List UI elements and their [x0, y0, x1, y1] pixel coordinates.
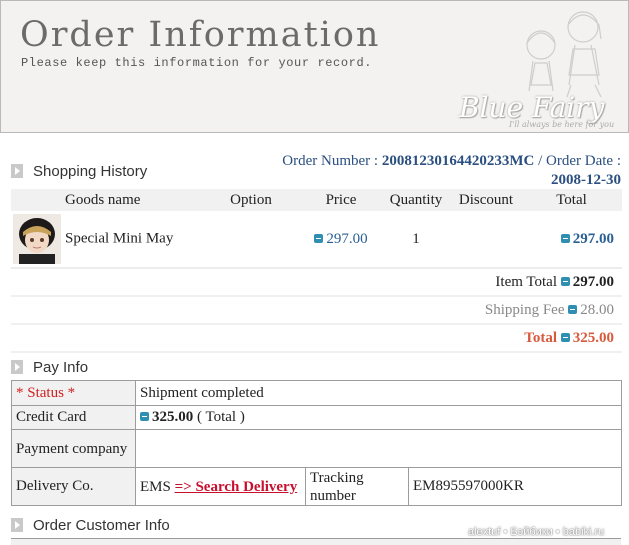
product-thumbnail[interactable] — [13, 214, 61, 264]
item-total-row: Item Total 297.00 — [11, 268, 622, 297]
brand-tagline: I'll always be here for you — [509, 120, 615, 129]
section-arrow-icon — [11, 360, 23, 374]
section-shopping-history: Shopping History — [11, 162, 147, 180]
goods-total: 297.00 — [572, 230, 614, 247]
currency-icon — [568, 304, 578, 314]
delivery-company: EMS — [140, 478, 171, 495]
status-label: * Status * — [11, 380, 136, 406]
pay-info-table: * Status * Shipment completed Credit Car… — [11, 380, 623, 506]
section-pay-info: Pay Info — [11, 358, 88, 376]
order-date-label: / Order Date : — [538, 153, 621, 169]
payment-company-value — [134, 429, 623, 468]
delivery-row: Delivery Co. EMS => Search Delivery Trac… — [11, 467, 623, 506]
credit-card-label: Credit Card — [11, 405, 136, 430]
column-header: Option — [201, 189, 301, 211]
section-heading: Pay Info — [33, 358, 89, 376]
currency-icon — [314, 233, 324, 243]
column-header: Quantity — [381, 189, 451, 211]
goods-name-cell: Special Mini May — [11, 211, 201, 269]
credit-card-note: ( Total ) — [197, 409, 245, 425]
goods-option — [201, 211, 301, 269]
currency-icon — [560, 276, 570, 286]
tracking-label: Tracking number — [305, 467, 409, 506]
column-header: Discount — [451, 189, 521, 211]
currency-icon — [560, 332, 570, 342]
column-header: Total — [521, 189, 622, 211]
goods-total-cell: 297.00 — [521, 211, 622, 269]
credit-card-amount: 325.00 — [152, 409, 194, 425]
payment-company-label: Payment company — [11, 429, 136, 468]
status-value: Shipment completed — [134, 380, 623, 406]
page-banner: Order Information Please keep this infor… — [0, 0, 629, 133]
section-heading: Shopping History — [33, 162, 148, 180]
currency-icon — [140, 412, 149, 421]
order-number-label: Order Number : — [282, 153, 379, 169]
section-arrow-icon — [11, 164, 23, 178]
goods-discount — [451, 211, 521, 269]
section-order-customer-info: Order Customer Info — [11, 516, 170, 534]
section-heading: Order Customer Info — [33, 516, 170, 534]
goods-price-cell: 297.00 — [301, 211, 381, 269]
order-date: 2008-12-30 — [551, 172, 621, 188]
column-header: Goods name — [11, 189, 201, 211]
delivery-label: Delivery Co. — [11, 467, 136, 506]
shipping-fee-label: Shipping Fee — [484, 301, 565, 318]
page-subtitle: Please keep this information for your re… — [21, 56, 373, 70]
item-total-value: 297.00 — [572, 273, 614, 290]
page-title: Order Information — [20, 15, 381, 55]
payment-company-row: Payment company — [11, 429, 623, 468]
shipping-fee-value: 28.00 — [580, 301, 614, 318]
section-arrow-icon — [11, 518, 23, 532]
item-total-label: Item Total — [495, 273, 557, 290]
status-row: * Status * Shipment completed — [11, 380, 623, 406]
goods-price: 297.00 — [326, 230, 368, 247]
grand-total-row: Total 325.00 — [11, 324, 622, 353]
tracking-number: EM895597000KR — [407, 467, 623, 506]
grand-total-label: Total — [524, 329, 557, 346]
doll-illustration-icon — [526, 11, 602, 98]
goods-name: Special Mini May — [65, 230, 174, 247]
table-row: Special Mini May 297.00 1 297.00 — [11, 211, 622, 269]
order-meta: Order Number : 20081230164420233MC / Ord… — [282, 152, 621, 190]
shipping-fee-row: Shipping Fee 28.00 — [11, 296, 622, 325]
watermark: alextuf • Бэйбики • babiki.ru — [468, 526, 605, 538]
grand-total-value: 325.00 — [572, 329, 614, 346]
search-delivery-link[interactable]: => Search Delivery — [175, 479, 298, 495]
goods-quantity: 1 — [381, 211, 451, 269]
currency-icon — [560, 233, 570, 243]
goods-table-header: Goods name Option Price Quantity Discoun… — [11, 189, 622, 211]
credit-card-row: Credit Card 325.00 ( Total ) — [11, 405, 623, 430]
goods-table: Goods name Option Price Quantity Discoun… — [11, 189, 622, 353]
order-number: 20081230164420233MC — [381, 153, 535, 169]
column-header: Price — [301, 189, 381, 211]
